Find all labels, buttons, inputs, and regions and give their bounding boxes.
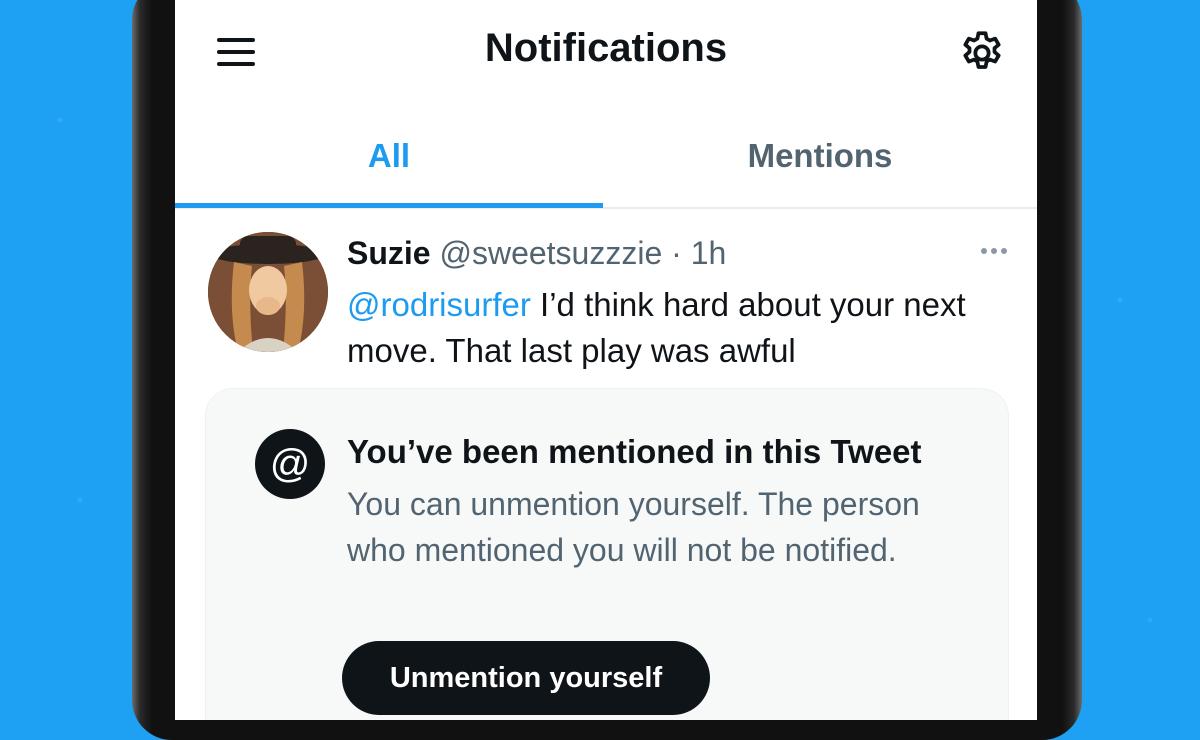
page-title: Notifications [484, 26, 728, 70]
tweet-time[interactable]: 1h [691, 235, 727, 271]
tweet-text: @rodrisurfer I’d think hard about your n… [347, 282, 987, 374]
notification-tabs: All Mentions [175, 105, 1037, 209]
mention-link[interactable]: @rodrisurfer [347, 286, 531, 323]
at-sign-icon: @ [255, 429, 325, 499]
tab-mentions[interactable]: Mentions [606, 105, 1034, 207]
tweet[interactable]: Suzie @sweetsuzzzie · 1h @rodrisurfer I’… [175, 210, 1037, 720]
unmention-button[interactable]: Unmention yourself [342, 641, 710, 715]
tweet-handle[interactable]: @sweetsuzzzie [439, 235, 662, 271]
tweet-display-name[interactable]: Suzie [347, 235, 431, 271]
gear-icon[interactable] [957, 28, 1007, 78]
mention-card: @ You’ve been mentioned in this Tweet Yo… [205, 388, 1009, 720]
mention-card-description: You can unmention yourself. The person w… [347, 486, 920, 568]
app-header: Notifications [175, 0, 1037, 105]
mention-card-title: You’ve been mentioned in this Tweet [347, 433, 922, 470]
active-tab-indicator [175, 203, 603, 208]
tweet-meta: Suzie @sweetsuzzzie · 1h [347, 235, 726, 272]
avatar[interactable] [208, 232, 328, 352]
phone-screen: Notifications All Mentions Suzie @sweets… [175, 0, 1037, 720]
more-dots-icon[interactable] [981, 248, 1007, 256]
tab-all[interactable]: All [175, 105, 603, 207]
tweet-separator: · [671, 235, 682, 271]
